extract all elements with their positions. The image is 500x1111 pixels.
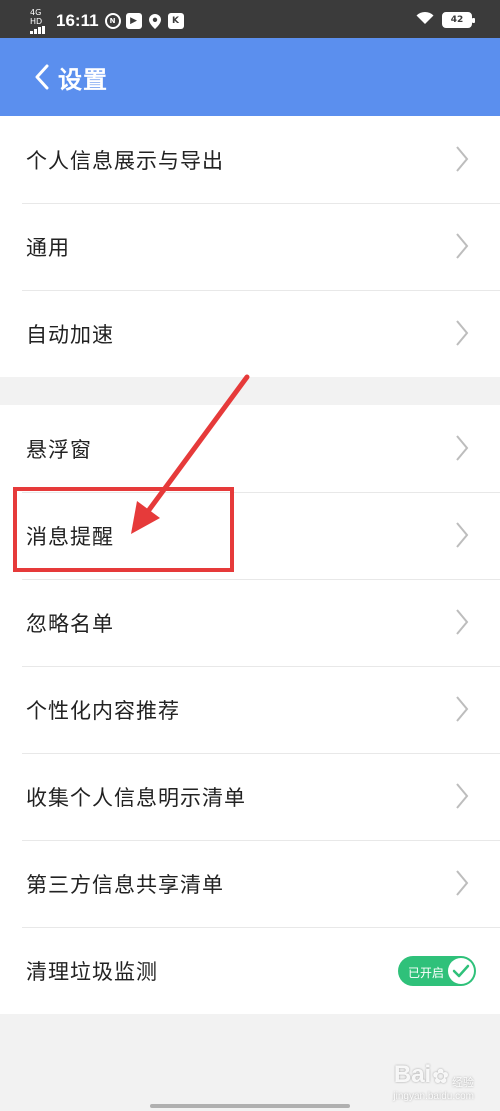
- setting-general[interactable]: 通用: [0, 203, 500, 290]
- watermark-main: Bai: [393, 1061, 432, 1088]
- setting-label: 自动加速: [26, 322, 114, 347]
- paw-icon: ✿: [432, 1066, 449, 1088]
- setting-floating-window[interactable]: 悬浮窗: [0, 405, 500, 492]
- setting-label: 忽略名单: [26, 611, 114, 636]
- chevron-left-icon: [35, 64, 49, 90]
- chevron-right-icon: [456, 435, 469, 461]
- back-button[interactable]: [0, 38, 58, 116]
- chevron-right-icon: [456, 609, 469, 635]
- battery-level: 42: [450, 14, 464, 25]
- setting-label: 收集个人信息明示清单: [26, 785, 246, 810]
- setting-junk-monitoring: 清理垃圾监测 已开启: [0, 927, 500, 1014]
- chevron-right-icon: [456, 696, 469, 722]
- chevron-right-icon: [456, 783, 469, 809]
- setting-personalized-content[interactable]: 个性化内容推荐: [0, 666, 500, 753]
- app-bar: 设置: [0, 38, 500, 116]
- cellular-signal-icon: 4G HD: [30, 8, 52, 34]
- junk-monitoring-toggle[interactable]: 已开启: [398, 956, 476, 986]
- setting-label: 清理垃圾监测: [26, 959, 158, 984]
- setting-label: 通用: [26, 235, 70, 260]
- watermark-site: jingyan.baidu.com: [393, 1091, 474, 1102]
- video-icon: ▶: [125, 13, 142, 29]
- watermark-sub: 经验: [452, 1077, 474, 1089]
- setting-ignore-list[interactable]: 忽略名单: [0, 579, 500, 666]
- setting-auto-accelerate[interactable]: 自动加速: [0, 290, 500, 377]
- setting-collected-info-list[interactable]: 收集个人信息明示清单: [0, 753, 500, 840]
- network-type: 4G HD: [30, 8, 43, 26]
- setting-label: 个人信息展示与导出: [26, 148, 224, 173]
- chevron-right-icon: [456, 870, 469, 896]
- baidu-watermark: Bai ✿ 经验 jingyan.baidu.com: [393, 1061, 474, 1102]
- location-icon: [147, 13, 163, 29]
- k-app-icon: K: [167, 13, 184, 29]
- toggle-label: 已开启: [408, 966, 445, 980]
- clock: 16:11: [56, 11, 99, 30]
- page-title: 设置: [58, 65, 108, 94]
- setting-third-party-sharing-list[interactable]: 第三方信息共享清单: [0, 840, 500, 927]
- setting-label: 第三方信息共享清单: [26, 872, 224, 897]
- chevron-right-icon: [456, 320, 469, 346]
- setting-label: 悬浮窗: [26, 437, 92, 462]
- battery-icon: 42: [442, 11, 475, 28]
- setting-label: 个性化内容推荐: [26, 698, 180, 723]
- settings-group-1: 个人信息展示与导出 通用 自动加速: [0, 116, 500, 377]
- home-indicator[interactable]: [150, 1104, 350, 1108]
- chevron-right-icon: [456, 522, 469, 548]
- setting-personal-info-export[interactable]: 个人信息展示与导出: [0, 116, 500, 203]
- check-icon: [448, 958, 474, 984]
- chevron-right-icon: [456, 146, 469, 172]
- wifi-icon: [416, 10, 434, 29]
- status-bar: 4G HD 16:11 N ▶ K 42: [0, 0, 500, 38]
- chevron-right-icon: [456, 233, 469, 259]
- highlight-box: [13, 487, 234, 572]
- nfc-icon: N: [104, 13, 121, 29]
